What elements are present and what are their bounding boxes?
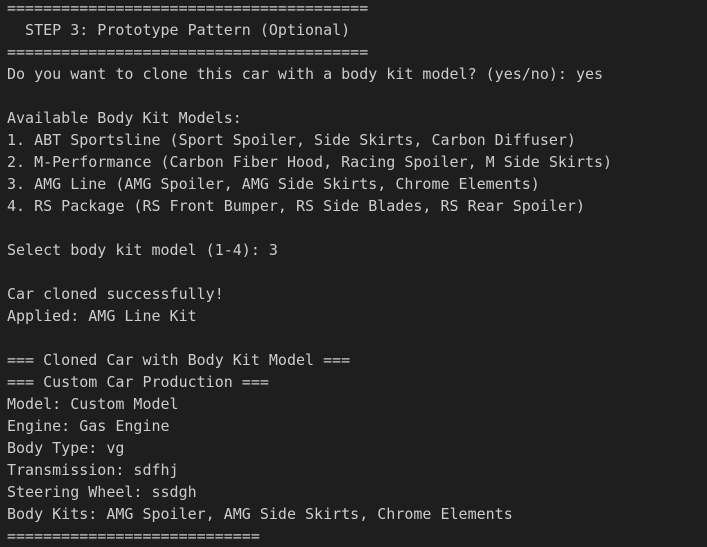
car-transmission: Transmission: sdfhj (7, 461, 179, 479)
car-model: Model: Custom Model (7, 395, 179, 413)
success-message: Car cloned successfully! (7, 285, 224, 303)
car-steering-wheel: Steering Wheel: ssdgh (7, 483, 197, 501)
step-heading: STEP 3: Prototype Pattern (Optional) (7, 21, 351, 39)
body-kit-list-heading: Available Body Kit Models: (7, 109, 242, 127)
separator-line: ============================ (7, 527, 260, 545)
separator-line: ======================================== (7, 0, 369, 17)
terminal-output[interactable]: ========================================… (7, 0, 612, 547)
body-kit-option: 2. M-Performance (Carbon Fiber Hood, Rac… (7, 153, 613, 171)
cloned-car-heading: === Cloned Car with Body Kit Model === (7, 351, 351, 369)
production-heading: === Custom Car Production === (7, 373, 269, 391)
separator-line: ======================================== (7, 43, 369, 61)
select-prompt: Select body kit model (1-4): 3 (7, 241, 278, 259)
body-kit-option: 4. RS Package (RS Front Bumper, RS Side … (7, 197, 585, 215)
applied-kit: Applied: AMG Line Kit (7, 307, 197, 325)
car-body-type: Body Type: vg (7, 439, 125, 457)
car-body-kits: Body Kits: AMG Spoiler, AMG Side Skirts,… (7, 505, 513, 523)
body-kit-option: 1. ABT Sportsline (Sport Spoiler, Side S… (7, 131, 576, 149)
clone-prompt: Do you want to clone this car with a bod… (7, 65, 604, 83)
body-kit-option: 3. AMG Line (AMG Spoiler, AMG Side Skirt… (7, 175, 540, 193)
car-engine: Engine: Gas Engine (7, 417, 170, 435)
